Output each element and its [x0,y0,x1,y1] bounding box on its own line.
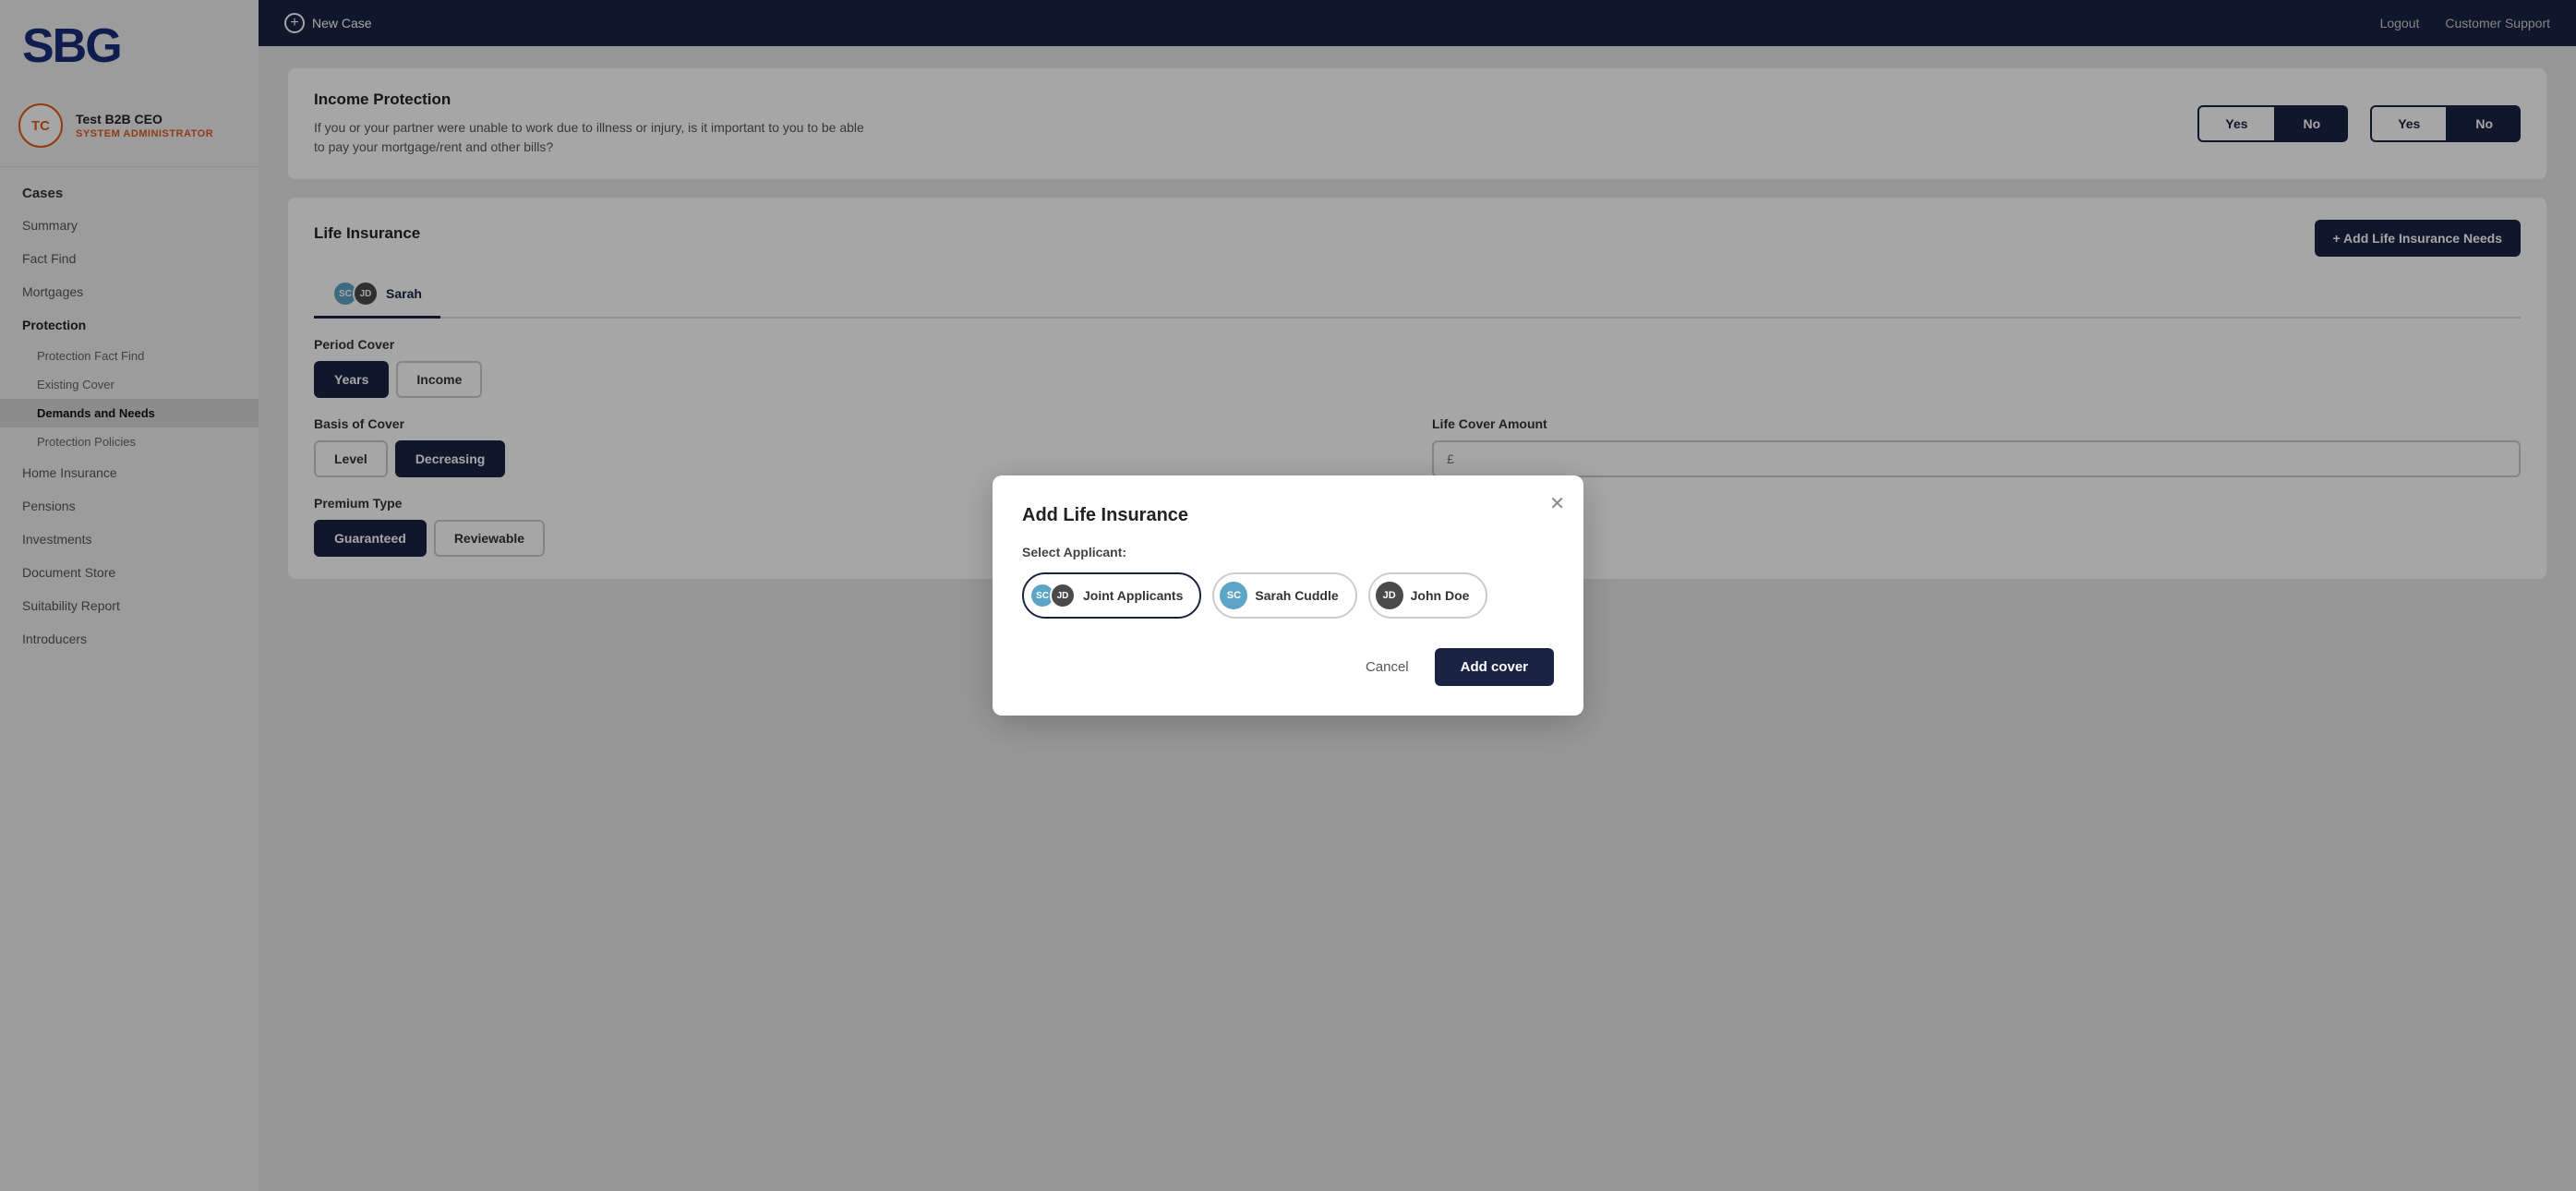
modal-select-applicant-label: Select Applicant: [1022,545,1554,559]
sarah-label: Sarah Cuddle [1255,588,1338,603]
joint-avatars: SC JD [1029,583,1076,608]
joint-avatar-jd: JD [1050,583,1076,608]
sarah-avatar: SC [1220,582,1247,609]
modal-title: Add Life Insurance [1022,505,1554,526]
applicant-options: SC JD Joint Applicants SC Sarah Cuddle J… [1022,572,1554,619]
john-doe-btn[interactable]: JD John Doe [1368,572,1488,619]
joint-applicants-btn[interactable]: SC JD Joint Applicants [1022,572,1201,619]
joint-applicants-label: Joint Applicants [1083,588,1183,603]
sarah-cuddle-btn[interactable]: SC Sarah Cuddle [1212,572,1356,619]
cancel-button[interactable]: Cancel [1353,650,1422,684]
add-cover-button[interactable]: Add cover [1435,648,1554,686]
modal-overlay[interactable]: ✕ Add Life Insurance Select Applicant: S… [0,0,2576,1191]
modal-actions: Cancel Add cover [1022,648,1554,686]
modal-close-button[interactable]: ✕ [1549,492,1565,515]
add-life-insurance-modal: ✕ Add Life Insurance Select Applicant: S… [993,475,1583,716]
john-avatar: JD [1376,582,1403,609]
john-label: John Doe [1411,588,1470,603]
